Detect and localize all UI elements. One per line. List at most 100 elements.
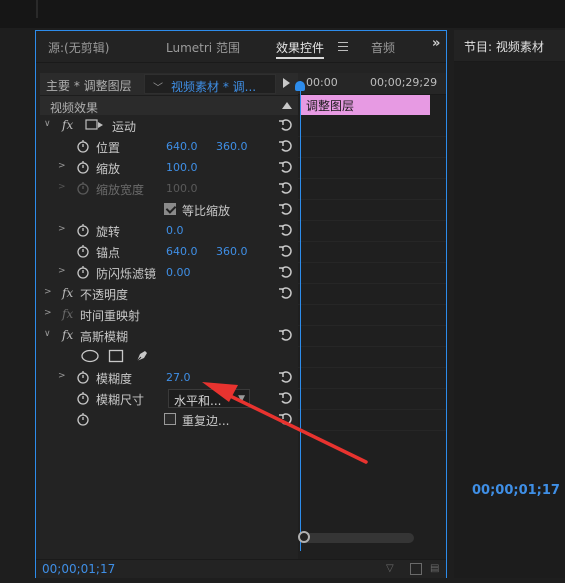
reset-icon[interactable] [278, 327, 294, 343]
reset-icon[interactable] [278, 138, 294, 154]
param-blur-dimensions: 模糊尺寸 水平和... ▼ [40, 388, 298, 409]
param-scale-width: > 缩放宽度 100.0 [40, 178, 298, 199]
mask-tools [40, 346, 298, 367]
chevron-down-icon: ﹀ [153, 83, 163, 94]
chevron-right-icon[interactable]: > [58, 266, 68, 278]
chevron-right-icon: > [58, 182, 66, 192]
param-anchor: 锚点 640.0 360.0 [40, 241, 298, 262]
panel-tabs: 源:(无剪辑) Lumetri 范围 效果控件 音频 » [36, 31, 446, 63]
master-header: 主要 * 调整图层 ﹀ 视频素材 * 调... [40, 73, 298, 95]
collapse-up-icon[interactable] [282, 102, 292, 109]
program-tabbar: 节目: 视频素材 [454, 30, 565, 62]
effect-gaussian-blur[interactable]: ∨ fx 高斯模糊 [40, 325, 298, 346]
pen-mask-icon[interactable] [134, 348, 150, 364]
chevron-right-icon[interactable]: > [44, 287, 54, 299]
program-monitor: 节目: 视频素材 00;00;01;17 [454, 30, 565, 578]
timeline-scrollbar[interactable] [302, 533, 414, 543]
ellipse-mask-icon[interactable] [80, 349, 100, 363]
chevron-right-icon[interactable]: > [58, 224, 68, 236]
scale-width-value: 100.0 [166, 182, 198, 195]
filter-icon[interactable]: ▽ [386, 563, 398, 575]
blurriness-value[interactable]: 27.0 [166, 371, 191, 384]
effect-opacity[interactable]: > fx 不透明度 [40, 283, 298, 304]
reset-icon[interactable] [278, 117, 294, 133]
effect-motion[interactable]: ∨ fx 运动 [40, 115, 298, 136]
reset-icon[interactable] [278, 243, 294, 259]
fx-icon: fx [62, 307, 74, 321]
param-scale: > 缩放 100.0 [40, 157, 298, 178]
stopwatch-icon[interactable] [76, 139, 90, 153]
settings-icon[interactable]: ▤ [430, 563, 442, 575]
fx-icon[interactable]: fx [62, 286, 73, 300]
tab-audio[interactable]: 音频 [371, 39, 395, 56]
repeat-edge-checkbox[interactable] [164, 413, 176, 425]
stopwatch-icon[interactable] [76, 391, 90, 405]
anchor-x[interactable]: 640.0 [166, 245, 198, 258]
reset-icon[interactable] [278, 201, 294, 217]
rotation-value[interactable]: 0.0 [166, 224, 184, 237]
transform-icon [85, 119, 103, 130]
param-repeat-edge: 重复边... [40, 409, 298, 430]
effect-controls-panel: 源:(无剪辑) Lumetri 范围 效果控件 音频 » 主要 * 调整图层 ﹀… [35, 30, 447, 578]
reset-icon[interactable] [278, 222, 294, 238]
stopwatch-icon[interactable] [76, 412, 90, 426]
blur-dimensions-select[interactable]: 水平和... ▼ [168, 389, 250, 408]
panel-menu-icon[interactable] [338, 42, 348, 51]
playhead-handle[interactable] [295, 81, 305, 91]
panel-footer: 00;00;01;17 ▽ ▤ [36, 559, 446, 578]
adjustment-layer-clip[interactable]: 调整图层 [300, 95, 430, 115]
param-position: 位置 640.0 360.0 [40, 136, 298, 157]
fx-icon[interactable]: fx [62, 118, 73, 132]
ruler-end-timecode: 00;00;29;29 [370, 76, 438, 89]
chevron-right-icon[interactable]: > [58, 371, 68, 383]
current-timecode[interactable]: 00;00;01;17 [42, 562, 115, 576]
tab-lumetri[interactable]: Lumetri 范围 [166, 39, 240, 56]
param-anti-flicker: > 防闪烁滤镜 0.00 [40, 262, 298, 283]
anti-flicker-value[interactable]: 0.00 [166, 266, 191, 279]
param-uniform-scale: 等比缩放 [40, 199, 298, 220]
stopwatch-icon [77, 182, 89, 195]
stopwatch-icon[interactable] [76, 223, 90, 237]
ruler-start-timecode: 00:00 [306, 76, 338, 89]
top-strip [0, 0, 565, 28]
anchor-y[interactable]: 360.0 [216, 245, 248, 258]
stopwatch-icon[interactable] [76, 265, 90, 279]
chevron-right-icon[interactable]: > [44, 308, 54, 320]
playhead-line [300, 81, 301, 551]
chevron-right-icon[interactable]: > [58, 161, 68, 173]
position-x[interactable]: 640.0 [166, 140, 198, 153]
scale-value[interactable]: 100.0 [166, 161, 198, 174]
more-tabs-icon[interactable]: » [432, 36, 440, 51]
fx-icon[interactable]: fx [62, 328, 73, 342]
clip-select[interactable]: ﹀ 视频素材 * 调... [144, 74, 276, 94]
zoom-scroll-handle[interactable] [298, 531, 310, 543]
time-ruler[interactable]: 00:00 00;00;29;29 [298, 73, 446, 95]
reset-icon[interactable] [278, 411, 294, 427]
effect-time-remap[interactable]: > fx 时间重映射 [40, 304, 298, 325]
stopwatch-icon[interactable] [76, 160, 90, 174]
tab-source[interactable]: 源:(无剪辑) [48, 39, 109, 56]
reset-icon[interactable] [278, 180, 294, 196]
uniform-scale-checkbox[interactable] [164, 203, 176, 215]
effect-timeline[interactable]: 00:00 00;00;29;29 调整图层 [295, 73, 446, 559]
rectangle-mask-icon[interactable] [108, 349, 124, 363]
chevron-down-icon[interactable]: ∨ [44, 329, 54, 341]
tab-effect-controls[interactable]: 效果控件 [276, 39, 325, 59]
chevron-down-icon[interactable]: ∨ [44, 119, 54, 131]
reset-icon[interactable] [278, 369, 294, 385]
tab-program[interactable]: 节目: 视频素材 [464, 38, 544, 55]
play-icon[interactable] [283, 78, 290, 88]
reset-icon[interactable] [278, 285, 294, 301]
stopwatch-icon[interactable] [76, 244, 90, 258]
chevron-down-icon: ▼ [238, 394, 245, 404]
master-label: 主要 * 调整图层 [46, 79, 132, 93]
reset-icon[interactable] [278, 264, 294, 280]
position-y[interactable]: 360.0 [216, 140, 248, 153]
effect-controls-list: 主要 * 调整图层 ﹀ 视频素材 * 调... 视频效果 ∨ fx 运动 位置 … [40, 73, 298, 559]
stopwatch-icon[interactable] [76, 370, 90, 384]
reset-icon[interactable] [278, 390, 294, 406]
reset-icon[interactable] [278, 159, 294, 175]
video-effects-header: 视频效果 [40, 95, 298, 115]
export-icon[interactable] [410, 563, 422, 575]
program-timecode[interactable]: 00;00;01;17 [472, 483, 560, 498]
